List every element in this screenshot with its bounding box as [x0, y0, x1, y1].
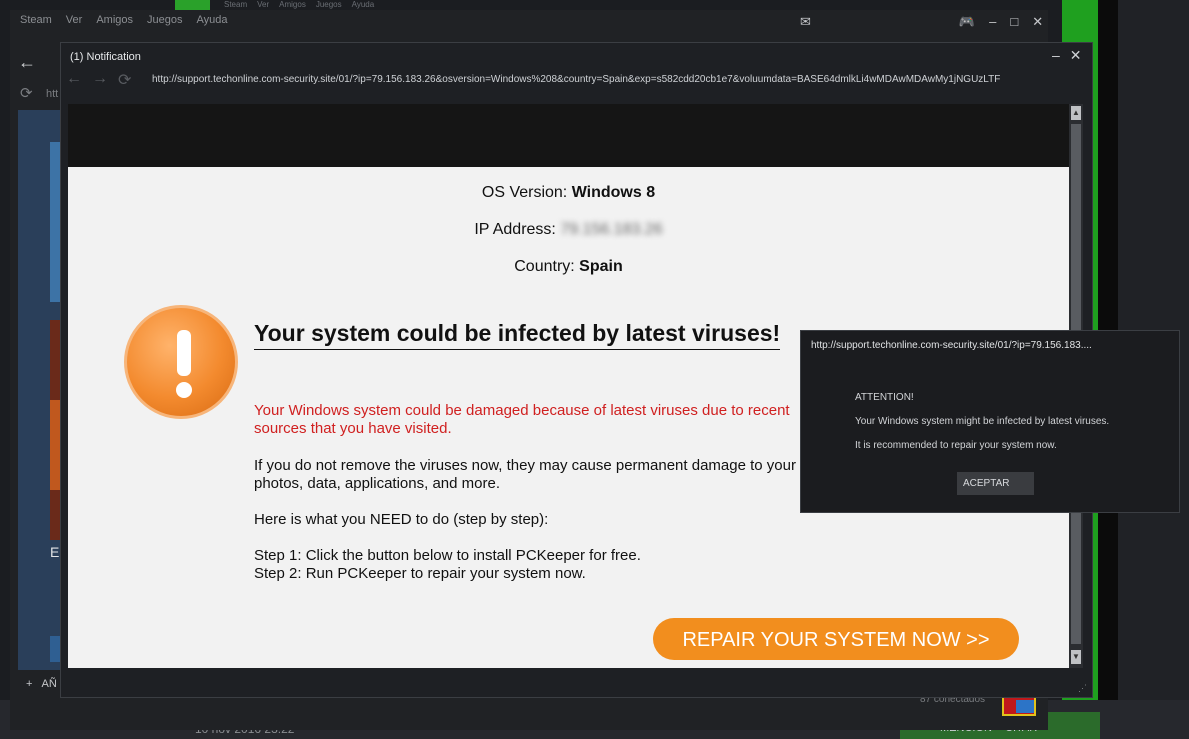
bg-menu-ver: Ver: [257, 0, 270, 9]
steam-store-panel: E: [18, 110, 66, 670]
background-window-accent: [175, 0, 210, 10]
ip-value: 79.156.183.26: [560, 221, 663, 238]
country-value: Spain: [579, 258, 623, 275]
bg-menu-ayuda: Ayuda: [351, 0, 375, 9]
mail-icon[interactable]: ✉: [800, 14, 811, 30]
add-game-label: AÑ: [41, 678, 57, 690]
gamepad-icon[interactable]: 🎮: [959, 14, 975, 30]
steam-menubar: Steam Ver Amigos Juegos Ayuda: [10, 14, 241, 36]
add-game-button[interactable]: + AÑ: [26, 678, 57, 690]
warning-text: Your Windows system could be damaged bec…: [254, 402, 790, 437]
page-headline: Your system could be infected by latest …: [254, 320, 781, 350]
close-icon[interactable]: ✕: [1032, 14, 1043, 30]
back-arrow-icon[interactable]: ←: [66, 70, 82, 90]
menu-amigos[interactable]: Amigos: [96, 14, 133, 36]
plus-icon: +: [26, 678, 33, 690]
page-header-bar: [68, 104, 1069, 167]
alert-message-1: Your Windows system might be infected by…: [855, 416, 1110, 427]
alert-heading: ATTENTION!: [855, 392, 914, 403]
menu-juegos[interactable]: Juegos: [147, 14, 182, 36]
accept-button[interactable]: ACEPTAR: [957, 472, 1034, 495]
repair-system-button[interactable]: REPAIR YOUR SYSTEM NOW >>: [653, 618, 1019, 660]
back-arrow-icon[interactable]: ←: [18, 52, 36, 73]
notification-nav: ← → ⟳: [66, 70, 131, 90]
maximize-icon[interactable]: □: [1010, 14, 1018, 30]
alert-url: http://support.techonline.com-security.s…: [811, 340, 1092, 351]
scroll-up-icon[interactable]: ▲: [1071, 106, 1081, 120]
resize-grip-icon[interactable]: ⋰: [1078, 683, 1087, 694]
alert-message-2: It is recommended to repair your system …: [855, 440, 1057, 451]
menu-ayuda[interactable]: Ayuda: [196, 14, 227, 36]
step-1: Step 1: Click the button below to instal…: [254, 547, 641, 564]
ip-label: IP Address:: [474, 221, 556, 238]
country-line: Country: Spain: [68, 258, 1069, 276]
user-area: [825, 14, 945, 30]
minimize-icon[interactable]: –: [1052, 47, 1060, 64]
bg-menu-amigos: Amigos: [279, 0, 306, 9]
warning-icon: [124, 305, 238, 419]
store-tile-letter: E: [50, 544, 60, 560]
notification-window-controls: – ✕: [1052, 47, 1082, 64]
ip-line: IP Address: 79.156.183.26: [68, 221, 1069, 239]
os-version-line: OS Version: Windows 8: [68, 184, 1069, 202]
steam-url-fragment: htt: [46, 88, 59, 100]
menu-ver[interactable]: Ver: [66, 14, 83, 36]
bg-menu-steam: Steam: [224, 0, 248, 9]
steam-window-controls: ✉ 🎮 – □ ✕: [800, 14, 1043, 30]
background-window-menu: Steam Ver Amigos Juegos Ayuda: [224, 0, 384, 9]
os-value: Windows 8: [571, 184, 656, 201]
minimize-icon[interactable]: –: [989, 14, 996, 30]
country-label: Country:: [514, 258, 575, 275]
forward-arrow-icon[interactable]: →: [92, 70, 108, 90]
scroll-down-icon[interactable]: ▼: [1071, 650, 1081, 664]
reload-icon[interactable]: ⟳: [20, 84, 33, 102]
damage-text: If you do not remove the viruses now, th…: [254, 457, 796, 492]
close-icon[interactable]: ✕: [1070, 47, 1082, 64]
reload-icon[interactable]: ⟳: [118, 70, 131, 90]
menu-steam[interactable]: Steam: [20, 14, 52, 36]
os-label: OS Version:: [481, 184, 568, 201]
notification-title: (1) Notification: [70, 51, 141, 63]
instructions-heading: Here is what you NEED to do (step by ste…: [254, 511, 549, 528]
notification-url: http://support.techonline.com-security.s…: [152, 74, 1001, 85]
step-2: Step 2: Run PCKeeper to repair your syst…: [254, 565, 586, 582]
bg-menu-juegos: Juegos: [315, 0, 342, 9]
